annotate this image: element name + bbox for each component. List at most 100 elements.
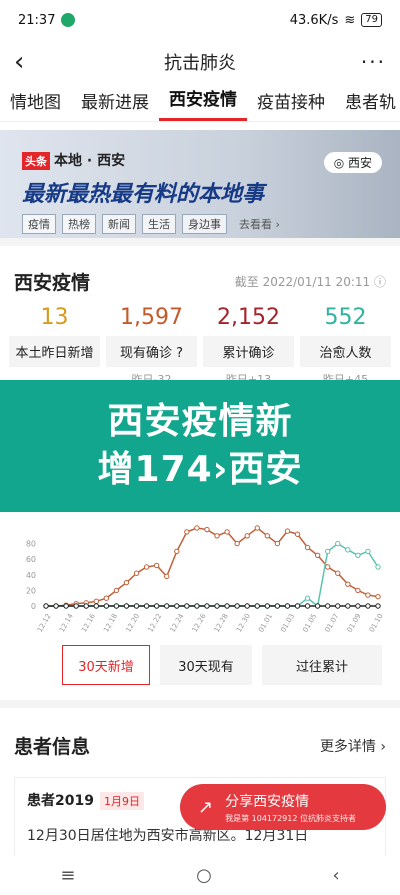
battery-icon: 79 [361,13,382,27]
stat-value: 552 [324,305,367,330]
series-point [324,603,331,609]
series-point [184,603,190,609]
share-button[interactable]: ↗ 分享西安疫情 我是第 104172912 位抗肺炎支持者 [180,784,386,830]
x-tick-label: 12.22 [146,612,163,632]
summary-title: 西安疫情 [14,272,91,294]
series-point [153,562,160,569]
x-tick-label: 12.12 [36,612,53,632]
local-news-banner[interactable]: 头条 本地 · 西安 ◎ 西安 最新最热最有料的本地事 疫情 热榜 新闻 生活 身… [0,130,400,238]
share-icon: ↗ [198,796,214,818]
series-point [103,603,110,609]
series-point [73,603,79,609]
series-point [194,525,200,531]
back-icon[interactable]: ‹ [332,865,339,886]
tab-xian[interactable]: 西安疫情 [159,85,247,121]
series-point [355,587,361,594]
series-point [244,533,250,539]
series-point [234,540,240,547]
x-tick-label: 01.01 [257,612,274,632]
series-point [123,603,130,609]
back-arrow-icon[interactable]: ‹ [14,47,44,77]
series-point [284,528,291,534]
series-point [153,603,160,609]
series-point [123,579,130,586]
network-speed: 43.6K/s [289,12,339,28]
stat-label: 累计确诊 [203,336,294,367]
x-tick-label: 12.16 [80,612,97,632]
series-point [345,603,351,609]
series-point [143,564,150,570]
y-tick-label: 60 [26,555,36,564]
series-point [355,552,361,558]
stat-current-confirmed: 1,597 现有确诊 ? 昨日-32 [103,305,200,387]
system-nav-bar: ≡ ○ ‹ [0,855,400,895]
series-point [224,529,230,535]
chip-epidemic[interactable]: 疫情 [22,214,56,234]
patient-date: 1月9日 [99,792,144,810]
series-point [254,525,260,531]
status-time: 21:37 [18,12,56,28]
series-point [294,603,301,609]
share-label: 分享西安疫情 [225,793,310,810]
chip-nearby[interactable]: 身边事 [182,214,227,234]
x-tick-label: 12.28 [213,612,230,632]
series-point [43,603,49,609]
series-point [375,603,381,609]
series-point [284,603,291,609]
see-more-link[interactable]: 去看看 › [239,216,280,232]
menu-icon[interactable]: ≡ [60,865,75,886]
series-point [83,603,89,609]
series-point [214,603,220,609]
share-subtext: 我是第 104172912 位抗肺炎支持者 [225,813,356,823]
btn-cumulative[interactable]: 过往累计 [262,645,382,685]
more-details-link[interactable]: 更多详情 › [320,736,386,756]
y-tick-label: 40 [26,571,36,580]
help-icon[interactable]: ? [176,346,183,361]
more-dots-icon[interactable]: ··· [356,50,386,74]
series-point [53,603,59,609]
tab-patient-track[interactable]: 患者轨 [335,88,400,121]
info-icon[interactable]: ⓘ [374,275,386,289]
chip-life[interactable]: 生活 [142,214,176,234]
series-point [103,595,110,601]
summary-header: 西安疫情 截至 2022/01/11 20:11 ⓘ [0,246,400,305]
app-notification-icon [61,13,76,27]
update-time: 截至 2022/01/11 20:11 ⓘ [235,273,386,290]
x-tick-label: 12.26 [191,612,208,632]
overlay-line-2: 增174›西安 [97,449,303,490]
btn-30day-current[interactable]: 30天现有 [160,645,252,685]
series-point [264,603,271,609]
series-point [133,570,140,576]
series-point [335,540,341,547]
chip-news[interactable]: 新闻 [102,214,136,234]
series-point [174,548,180,555]
patient-title: 患者信息 [14,736,91,758]
stat-label-text: 现有确诊 [119,346,172,361]
btn-30day-new[interactable]: 30天新增 [62,645,150,685]
y-tick-label: 0 [31,602,36,611]
stat-recovered: 552 治愈人数 昨日+45 [297,305,394,387]
stat-value: 13 [40,305,69,330]
series-point [264,533,271,539]
location-badge[interactable]: ◎ 西安 [323,152,382,173]
series-point [93,598,100,605]
tab-progress[interactable]: 最新进展 [71,88,159,121]
header: ‹ 抗击肺炎 ··· [0,40,400,84]
series-point [224,603,230,609]
chip-hot[interactable]: 热榜 [62,214,96,234]
series-point [365,592,371,598]
status-bar: 21:37 43.6K/s ≋ 79 [0,0,400,40]
wifi-icon: ≋ [344,12,356,28]
series-point [375,593,381,600]
x-tick-label: 01.05 [301,612,318,632]
stat-label: 本土昨日新增 [9,336,100,367]
tab-map[interactable]: 情地图 [0,88,71,121]
series-point [113,587,120,594]
x-tick-label: 12.30 [235,612,252,632]
series-point [234,603,240,609]
page-title: 抗击肺炎 [164,53,236,74]
series-point [304,544,311,551]
divider [0,238,400,246]
tab-vaccine[interactable]: 疫苗接种 [247,88,335,121]
home-icon[interactable]: ○ [196,865,212,886]
